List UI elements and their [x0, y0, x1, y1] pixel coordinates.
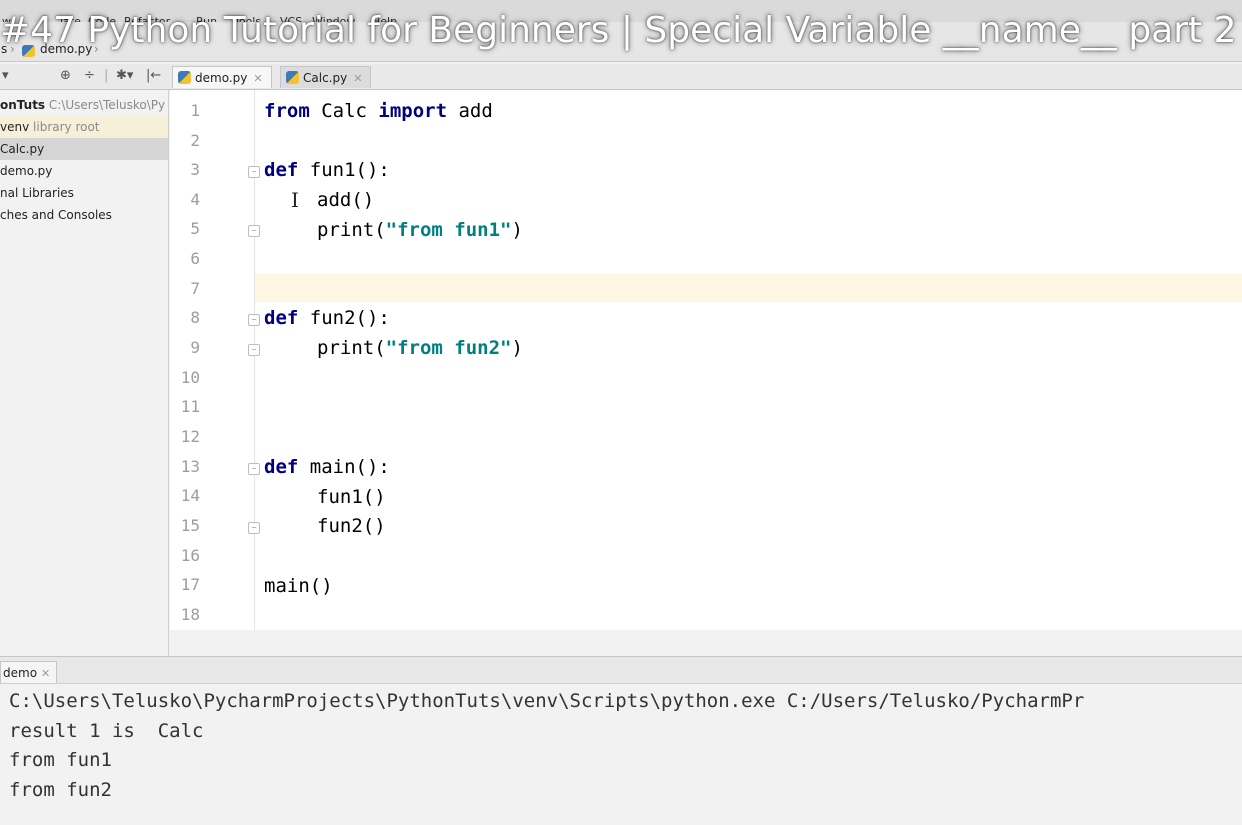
line-number: 2 — [190, 131, 200, 150]
toolbar-divider: | — [104, 68, 109, 83]
keyword: import — [378, 100, 448, 122]
line-number: 10 — [180, 368, 200, 387]
console-line: result 1 is Calc — [9, 720, 204, 742]
line-number: 1 — [190, 101, 200, 120]
python-file-icon — [22, 45, 35, 57]
close-icon[interactable]: ✕ — [353, 72, 362, 85]
fold-marker-icon[interactable]: − — [248, 225, 260, 237]
fold-marker-icon[interactable]: − — [248, 314, 260, 326]
line-number: 13 — [180, 457, 200, 476]
locate-icon[interactable]: ⊕ — [60, 68, 71, 83]
line-number: 7 — [190, 279, 200, 298]
collapse-icon[interactable]: ÷ — [84, 68, 95, 83]
project-tree: onTuts C:\Users\Telusko\Py venv library … — [0, 90, 169, 656]
line-number: 14 — [180, 486, 200, 505]
code-text: print( — [317, 219, 386, 241]
menu-bar: w late Code Refactor Run Tools VCS Windo… — [0, 0, 1242, 28]
breadcrumb-separator: › — [10, 42, 15, 56]
breadcrumb-separator: › — [94, 42, 99, 56]
tree-item-label: venv — [0, 120, 30, 134]
line-number-gutter: 1 2 3 4 5 6 7 8 9 10 11 12 13 14 15 16 1… — [170, 90, 255, 630]
gear-icon[interactable]: ✱▾ — [116, 68, 133, 83]
tab-calc-py[interactable]: Calc.py ✕ — [280, 66, 372, 88]
tab-label: demo.py — [195, 71, 248, 85]
keyword: def — [264, 307, 299, 329]
navigation-bar: s › demo.py › — [0, 22, 1242, 62]
string-literal: "from fun1" — [385, 219, 512, 241]
code-line-13: def main(): — [264, 452, 390, 482]
line-number: 9 — [190, 338, 200, 357]
code-line-3: def fun1(): — [264, 155, 390, 185]
line-number: 15 — [180, 516, 200, 535]
code-text: ) — [511, 337, 523, 359]
run-tab-demo[interactable]: demo ✕ — [0, 661, 58, 683]
console-line: C:\Users\Telusko\PycharmProjects\PythonT… — [9, 690, 1085, 712]
line-number: 8 — [190, 308, 200, 327]
fold-marker-icon[interactable]: − — [248, 463, 260, 475]
line-number: 18 — [180, 605, 200, 624]
python-file-icon — [286, 71, 299, 84]
code-editor[interactable]: 1 2 3 4 5 6 7 8 9 10 11 12 13 14 15 16 1… — [170, 90, 1242, 630]
console-line: from fun1 — [9, 749, 112, 771]
tree-item-demo-py[interactable]: demo.py — [0, 160, 168, 182]
code-line-1: from Calc import add — [264, 96, 493, 126]
code-line-8: def fun2(): — [264, 303, 390, 333]
line-number: 4 — [190, 190, 200, 209]
tree-item-venv[interactable]: venv library root — [0, 116, 168, 138]
code-line-5: print("from fun1") — [317, 215, 523, 245]
console-line: from fun2 — [9, 779, 112, 801]
line-number: 11 — [180, 397, 200, 416]
tree-item-scratches[interactable]: ches and Consoles — [0, 204, 168, 226]
fold-marker-icon[interactable]: − — [248, 166, 260, 178]
run-tool-window-header: demo ✕ — [0, 656, 1242, 684]
python-file-icon — [178, 71, 191, 84]
tree-item-label: onTuts — [0, 98, 46, 112]
line-number: 5 — [190, 219, 200, 238]
code-line-4: add() — [317, 189, 375, 211]
code-text: ) — [511, 219, 523, 241]
tree-item-calc-py[interactable]: Calc.py — [0, 138, 168, 160]
run-console-output[interactable]: C:\Users\Telusko\PycharmProjects\PythonT… — [0, 684, 1242, 825]
code-text: fun1(): — [298, 159, 390, 181]
keyword: def — [264, 159, 299, 181]
fold-marker-icon[interactable]: − — [248, 522, 260, 534]
text-cursor-icon: I — [291, 188, 299, 212]
current-line-highlight — [170, 274, 1242, 302]
keyword: from — [264, 100, 310, 122]
code-text: main(): — [298, 456, 390, 478]
tab-label: Calc.py — [303, 71, 348, 85]
hide-panel-icon[interactable]: |← — [146, 68, 161, 83]
code-line-15: fun2() — [317, 515, 386, 537]
tree-item-path: C:\Users\Telusko\Py — [48, 98, 166, 112]
line-number: 17 — [180, 575, 200, 594]
run-tab-label: demo — [3, 666, 38, 680]
code-text: Calc — [309, 100, 379, 122]
code-text: print( — [317, 337, 386, 359]
editor-toolbar: ▾ ⊕ ÷ | ✱▾ |← demo.py ✕ Calc.py ✕ — [0, 64, 1242, 90]
tree-item-note: library root — [33, 120, 100, 134]
close-icon[interactable]: ✕ — [41, 667, 50, 680]
line-number: 3 — [190, 160, 200, 179]
code-line-9: print("from fun2") — [317, 333, 523, 363]
tab-demo-py[interactable]: demo.py ✕ — [172, 66, 272, 88]
line-number: 12 — [180, 427, 200, 446]
code-line-14: fun1() — [317, 486, 386, 508]
keyword: def — [264, 456, 299, 478]
close-icon[interactable]: ✕ — [253, 72, 262, 85]
fold-marker-icon[interactable]: − — [248, 344, 260, 356]
breadcrumb-file[interactable]: demo.py — [40, 42, 92, 56]
line-number: 16 — [180, 546, 200, 565]
dropdown-icon[interactable]: ▾ — [2, 68, 9, 83]
code-text: fun2(): — [298, 307, 390, 329]
code-line-17: main() — [264, 575, 333, 597]
string-literal: "from fun2" — [385, 337, 512, 359]
editor-bottom-strip — [170, 630, 1242, 656]
code-text: add — [447, 100, 493, 122]
tree-item-external-libraries[interactable]: nal Libraries — [0, 182, 168, 204]
line-number: 6 — [190, 249, 200, 268]
breadcrumb-folder[interactable]: s — [1, 42, 7, 56]
tree-item-project-root[interactable]: onTuts C:\Users\Telusko\Py — [0, 94, 168, 116]
